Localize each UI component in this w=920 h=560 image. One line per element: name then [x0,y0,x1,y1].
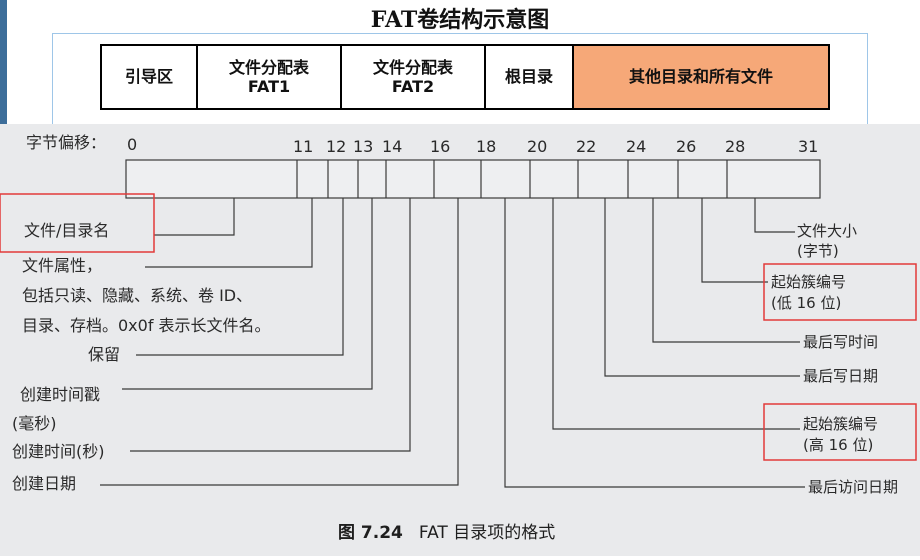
offset-20: 20 [527,137,547,156]
directory-entry-diagram: 字节偏移： 0 11 12 13 14 16 18 20 22 24 26 28… [0,133,917,543]
label-ctime-s: 创建时间(秒) [12,442,105,461]
offset-14: 14 [382,137,402,156]
offset-31: 31 [798,137,818,156]
caption-text: FAT 目录项的格式 [419,523,555,543]
leader-size [754,198,795,233]
offset-13: 13 [353,137,373,156]
leader-cluster-lo [701,198,768,283]
label-name: 文件/目录名 [24,221,109,240]
fat-cell-other-files: 其他目录和所有文件 [574,46,828,108]
label-ctime-ms-1: 创建时间戳 [20,385,100,404]
label-cluster-hi-2: (高 16 位) [803,436,873,454]
label-size-1: 文件大小 [797,222,857,240]
fat1-label: 文件分配表 FAT1 [228,57,309,96]
offset-label: 字节偏移： [26,133,106,152]
label-ctime-ms-2: (毫秒) [12,414,57,433]
fat-cell-root-dir: 根目录 [486,46,574,108]
offset-24: 24 [626,137,646,156]
offset-16: 16 [430,137,450,156]
label-cluster-lo-1: 起始簇编号 [771,273,846,291]
label-attr-3: 目录、存档。0x0f 表示长文件名。 [22,316,271,335]
offset-18: 18 [476,137,496,156]
offset-0: 0 [127,135,137,154]
caption-number: 图 7.24 [338,523,403,543]
fat-cell-fat1: 文件分配表 FAT1 [198,46,342,108]
fat-cell-fat2: 文件分配表 FAT2 [342,46,486,108]
offset-26: 26 [676,137,696,156]
label-cluster-lo-2: (低 16 位) [771,294,841,312]
label-attr-1: 文件属性， [22,256,102,275]
fat-volume-layout-table: 引导区 文件分配表 FAT1 文件分配表 FAT2 根目录 其他目录和所有文件 [100,44,830,110]
offset-28: 28 [725,137,745,156]
leader-cluster-hi [552,198,800,430]
label-reserved: 保留 [88,345,120,364]
label-last-write-time: 最后写时间 [803,333,878,351]
figure-caption: 图 7.24 FAT 目录项的格式 [338,523,555,543]
label-cdate: 创建日期 [12,474,76,493]
page-title: FAT卷结构示意图 [370,7,550,33]
label-last-access-date: 最后访问日期 [808,478,898,496]
directory-entry-figure: 字节偏移： 0 11 12 13 14 16 18 20 22 24 26 28… [0,124,920,556]
fat-cell-boot-sector: 引导区 [102,46,198,108]
label-attr-2: 包括只读、隐藏、系统、卷 ID、 [22,286,252,305]
fat2-label: 文件分配表 FAT2 [372,57,453,96]
entry-bar [125,159,821,199]
leader-attr [145,198,313,268]
label-last-write-date: 最后写日期 [803,367,878,385]
offset-12: 12 [326,137,346,156]
label-cluster-hi-1: 起始簇编号 [803,415,878,433]
offset-22: 22 [576,137,596,156]
label-size-2: (字节) [797,242,839,260]
leader-name [154,198,235,236]
offset-11: 11 [293,137,313,156]
